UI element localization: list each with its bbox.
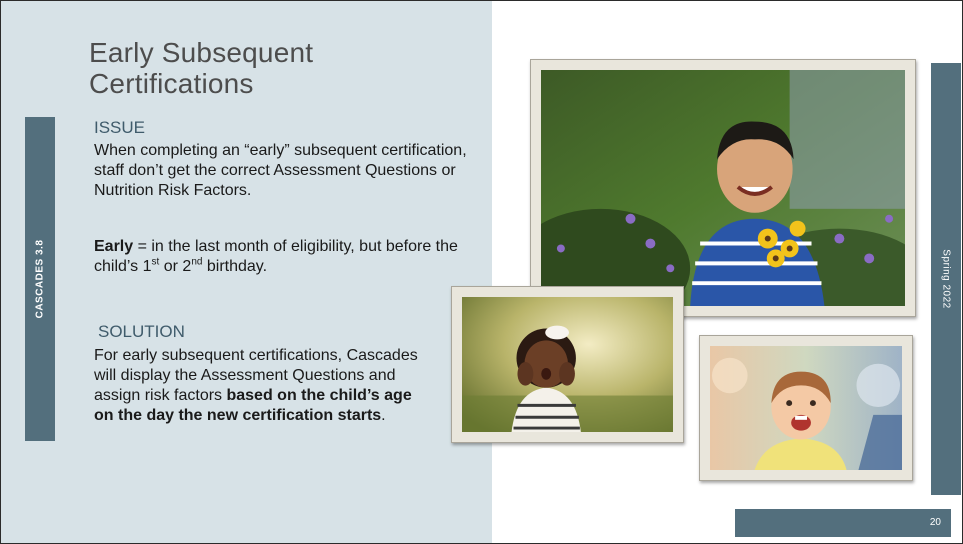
issue-text: When completing an “early” subsequent ce… <box>94 142 467 199</box>
slide: Early Subsequent Certifications CASCADES… <box>0 0 963 544</box>
boy-photo-image <box>541 70 905 306</box>
solution-heading: SOLUTION <box>98 322 185 341</box>
girl-photo <box>462 297 673 432</box>
photo-frame-boy <box>530 59 916 317</box>
early-sup-2: nd <box>191 256 203 268</box>
baby-photo-image <box>710 346 902 470</box>
issue-heading: ISSUE <box>94 118 146 137</box>
girl-photo-image <box>462 297 673 432</box>
left-side-bar: CASCADES 3.8 <box>25 117 55 441</box>
early-def-start: = in the last month of eligibility, but … <box>94 238 458 275</box>
boy-photo <box>541 70 905 306</box>
early-definition: Early = in the last month of eligibility… <box>94 237 484 277</box>
page-number: 20 <box>929 517 941 528</box>
photo-frame-girl <box>451 286 684 443</box>
early-term: Early <box>94 238 134 255</box>
baby-photo <box>710 346 902 470</box>
slide-title: Early Subsequent Certifications <box>89 37 314 99</box>
solution-text: For early subsequent certifications, Cas… <box>94 346 424 426</box>
early-end: birthday. <box>202 258 268 275</box>
solution-text-end: . <box>381 407 386 424</box>
right-side-bar: Spring 2022 <box>931 63 961 495</box>
photo-frame-baby <box>699 335 913 481</box>
early-mid: or 2 <box>159 258 192 275</box>
right-side-bar-label: Spring 2022 <box>940 249 952 309</box>
left-side-bar-label: CASCADES 3.8 <box>34 239 46 319</box>
page-number-bar: 20 <box>735 509 951 537</box>
